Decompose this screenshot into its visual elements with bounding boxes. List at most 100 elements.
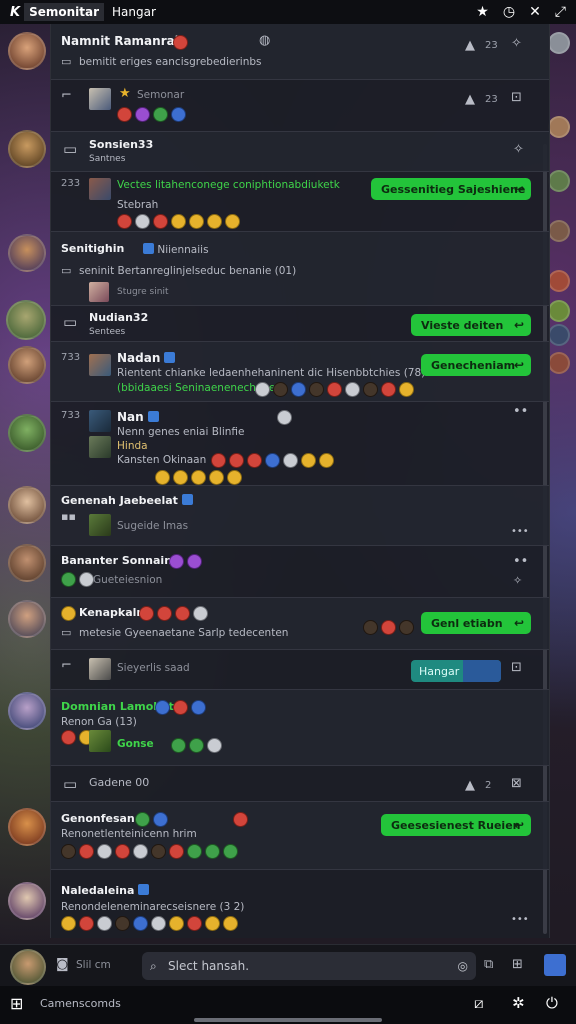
list-item[interactable]: Bananter Sonnain Gueteiesnion •• ✧: [51, 546, 549, 598]
close-icon[interactable]: ✕: [529, 4, 541, 20]
list-item[interactable]: Senitighin Niiennaiis ▭ seninit Bertanre…: [51, 232, 549, 306]
folder-icon[interactable]: ▲: [465, 778, 475, 793]
button-label: Gessenitieg Sajeshiene: [381, 182, 526, 196]
message-icon: ▭: [61, 55, 72, 68]
list-item[interactable]: 233 Vectes litahenconege coniphtionabdiu…: [51, 172, 549, 232]
avatar[interactable]: [8, 234, 46, 272]
avatar[interactable]: [548, 170, 570, 192]
more-icon[interactable]: ••: [513, 554, 528, 569]
avatar[interactable]: [8, 692, 46, 730]
avatar[interactable]: [548, 32, 570, 54]
list-item[interactable]: Namnit Ramanrah ◍ ▭ bemitit eriges eanci…: [51, 24, 549, 80]
list-item[interactable]: 733 Nadan Rientent chianke ledaenhehanin…: [51, 342, 549, 402]
more-icon[interactable]: •••: [511, 526, 529, 537]
star-icon[interactable]: ★: [476, 4, 489, 20]
globe-icon[interactable]: ◍: [259, 33, 270, 48]
tab-hangar[interactable]: Hangar: [112, 5, 156, 19]
list-item[interactable]: ▭ Nudian32 Sentees Vieste deiten ↩: [51, 306, 549, 342]
avatar[interactable]: [548, 300, 570, 322]
avatar[interactable]: [548, 352, 570, 374]
avatar[interactable]: [10, 949, 46, 985]
attach-icon[interactable]: ⧉: [484, 957, 493, 972]
green-action-button[interactable]: Geesesienest Rueien ↩: [381, 814, 531, 836]
settings-icon[interactable]: ◎: [458, 952, 468, 980]
avatar[interactable]: [548, 270, 570, 292]
chart-icon[interactable]: ⧄: [474, 994, 484, 1012]
item-subtitle: Renondeleneminarecseisnere (3 2): [61, 901, 245, 913]
reply-icon[interactable]: ⊡: [511, 90, 522, 105]
teal-action-button[interactable]: Hangar: [411, 660, 501, 682]
avatar[interactable]: [548, 116, 570, 138]
avatar[interactable]: [548, 324, 570, 346]
thumbnail: [89, 514, 111, 536]
reply-icon: ↩: [513, 358, 525, 372]
badge-text: Niiennaiis: [157, 244, 209, 256]
avatar[interactable]: [8, 600, 46, 638]
pin-icon[interactable]: ✧: [513, 142, 524, 157]
search-input[interactable]: ⌕ Slect hansah. ◎: [142, 952, 476, 980]
item-subtitle: metesie Gyeenaetane Sarlp tedecenten: [79, 627, 289, 639]
pin-icon[interactable]: ✧: [513, 574, 522, 587]
list-item[interactable]: ⌐ ★ Semonar ▲ 23 ⊡: [51, 80, 549, 132]
tab-semonitar[interactable]: Semonitar: [24, 3, 105, 21]
close-icon[interactable]: ⊠: [511, 776, 522, 791]
grid-icon[interactable]: ⊞: [10, 994, 23, 1013]
avatar[interactable]: [8, 414, 46, 452]
chat-icon[interactable]: ⌐: [61, 88, 72, 103]
avatar[interactable]: [8, 808, 46, 846]
item-subtitle: seninit Bertanreglinjelseduc benanie (01…: [79, 265, 297, 277]
power-icon[interactable]: ⏻: [546, 994, 558, 1012]
folder-icon[interactable]: ▲: [465, 38, 475, 53]
avatar[interactable]: [6, 300, 46, 340]
folder-icon[interactable]: ▲: [465, 92, 475, 107]
item-count: 23: [485, 94, 498, 105]
button-label: Genecheniam: [431, 358, 516, 372]
list-item[interactable]: ▭ Sonsien33 Santnes ✧: [51, 132, 549, 172]
camera-icon[interactable]: ◙: [56, 957, 69, 972]
button-label: Genl etiabn: [431, 616, 503, 630]
list-item[interactable]: Kenapkaln ▭ metesie Gyeenaetane Sarlp te…: [51, 598, 549, 650]
avatar[interactable]: [548, 220, 570, 242]
item-name: Naledaleina: [61, 884, 150, 897]
avatar[interactable]: [8, 130, 46, 168]
sticker-icon[interactable]: [544, 954, 566, 976]
avatar[interactable]: [8, 32, 46, 70]
reaction-group: [61, 606, 76, 621]
reply-icon[interactable]: ⊡: [511, 660, 522, 675]
item-subtitle: Nenn genes eniai Blinfie: [117, 426, 245, 438]
list-item[interactable]: Genenah Jaebeelat ▪▪ Sugeide Imas •••: [51, 486, 549, 546]
image-icon[interactable]: ⊞: [512, 957, 523, 972]
green-action-button[interactable]: Genl etiabn ↩: [421, 612, 531, 634]
avatar[interactable]: [8, 486, 46, 524]
list-item[interactable]: ⌐ Sieyerlis saad Hangar ⊡: [51, 650, 549, 690]
expand-icon[interactable]: ⤢: [555, 4, 566, 20]
item-count: 733: [61, 352, 81, 363]
reply-icon: ↩: [513, 318, 525, 332]
pin-icon[interactable]: ✧: [511, 36, 522, 51]
green-action-button[interactable]: Gessenitieg Sajeshiene ↩: [371, 178, 531, 200]
gear-icon[interactable]: ✲: [512, 994, 525, 1012]
avatar[interactable]: [8, 544, 46, 582]
list-item[interactable]: ▭ Gadene 00 ▲ 2 ⊠: [51, 766, 549, 802]
more-icon[interactable]: •••: [511, 914, 529, 925]
list-item[interactable]: Domnian Lamohat Renon Ga (13) Gonse: [51, 690, 549, 766]
avatar[interactable]: [8, 882, 46, 920]
reaction-group: [363, 620, 414, 635]
list-item[interactable]: Naledaleina Renondeleneminarecseisnere (…: [51, 870, 549, 938]
avatar[interactable]: [8, 346, 46, 384]
item-subtitle: Rientent chianke ledaenhehaninent dic Hi…: [117, 367, 426, 379]
chat-icon[interactable]: ⌐: [61, 658, 72, 673]
item-subtitle-2: Gonse: [117, 738, 154, 750]
item-name: Gadene 00: [89, 776, 150, 789]
item-count: 233: [61, 178, 81, 189]
list-item[interactable]: Genonfesan Renonetlenteinicenn hrim Gees…: [51, 802, 549, 870]
folder-icon: ▭: [63, 313, 78, 331]
more-icon[interactable]: ••: [513, 404, 528, 419]
item-name: Namnit Ramanrah: [61, 34, 184, 48]
green-action-button[interactable]: Genecheniam ↩: [421, 354, 531, 376]
clock-icon[interactable]: ◷: [503, 4, 515, 20]
reaction-group: [155, 700, 206, 715]
green-action-button[interactable]: Vieste deiten ↩: [411, 314, 531, 336]
badge-icon: [147, 411, 159, 422]
list-item[interactable]: 733 Nan Nenn genes eniai Blinfie Hinda K…: [51, 402, 549, 486]
